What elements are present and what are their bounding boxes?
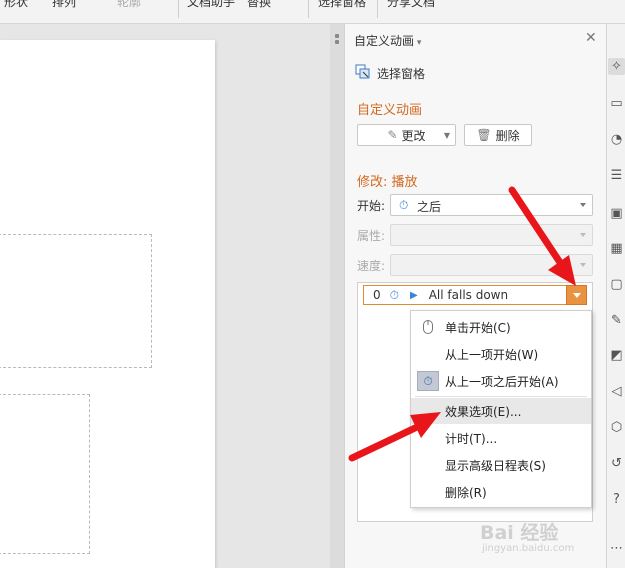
arrow-to-dropdown [508, 186, 576, 286]
arrow-to-effect-options [348, 412, 441, 462]
watermark-logo: Bai 经验 [480, 522, 559, 544]
annotation-arrows [348, 186, 576, 462]
watermark-url: jingyan.baidu.com [482, 543, 575, 554]
